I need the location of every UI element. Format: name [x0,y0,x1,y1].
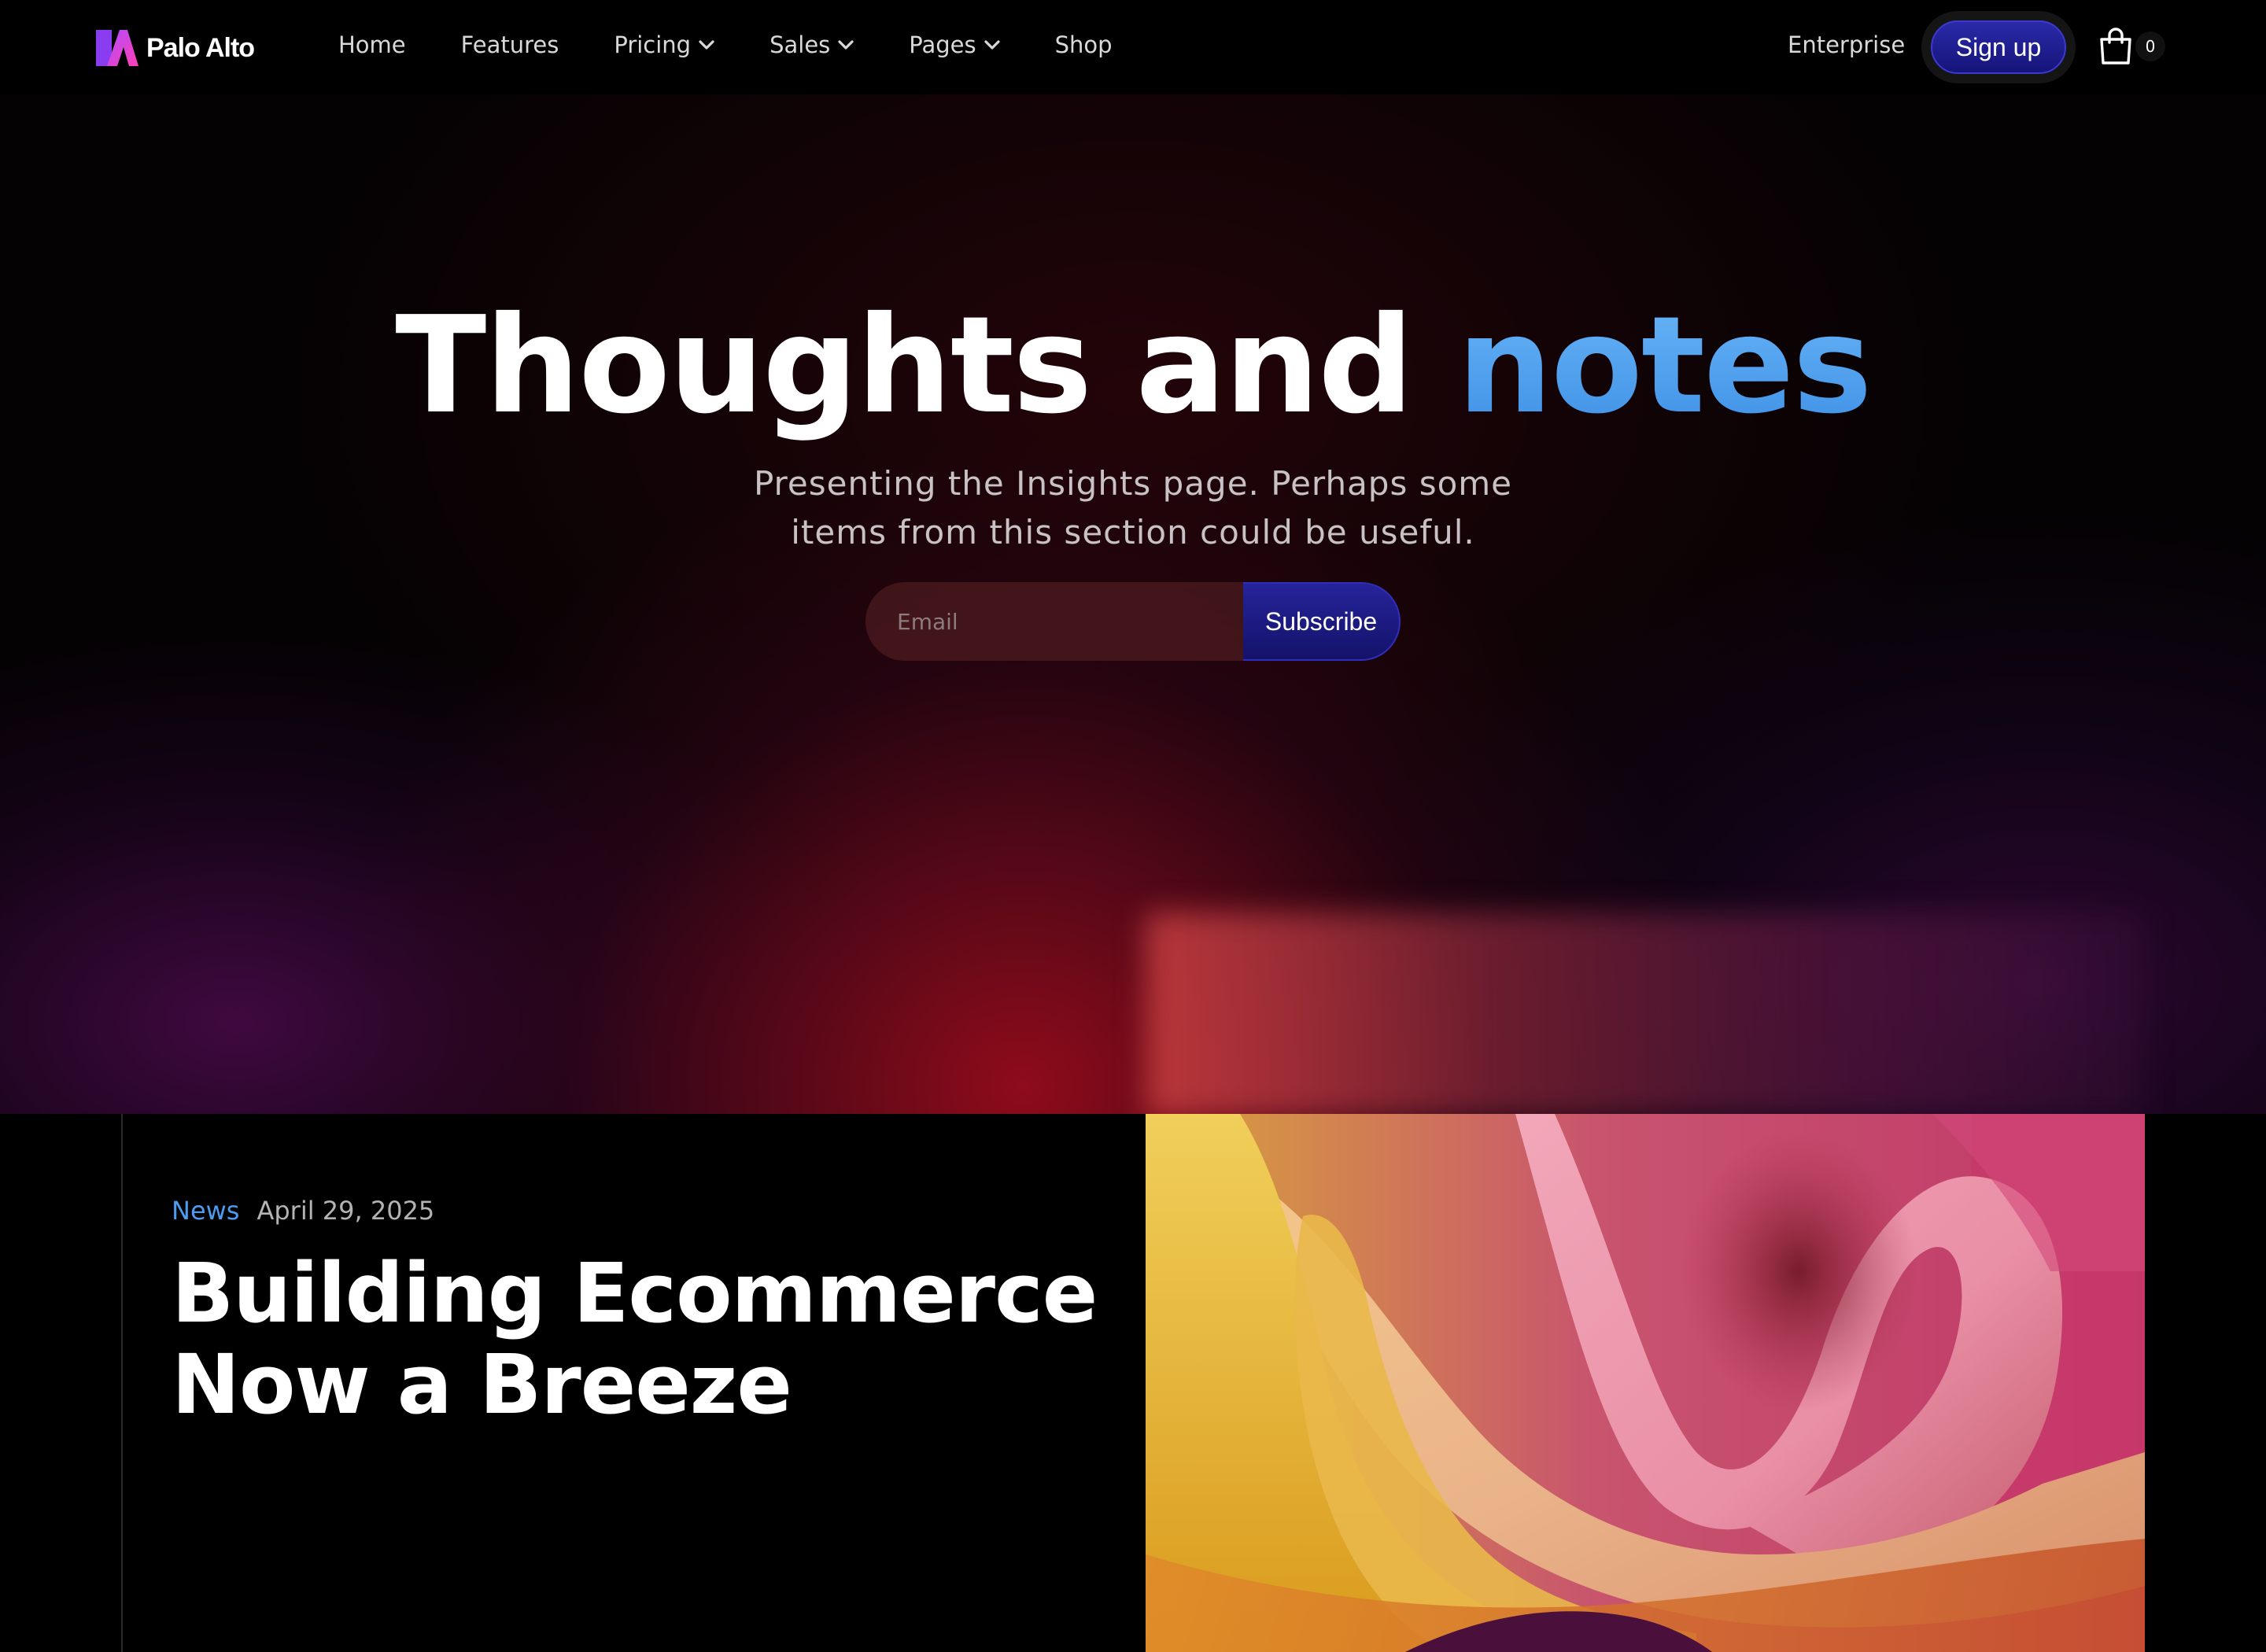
nav-item-label: Features [460,31,559,58]
subscribe-form: Subscribe [865,582,1401,661]
brand-logo-link[interactable]: Palo Alto [96,30,255,66]
nav-item-label: Pages [909,31,976,58]
nav-item-features[interactable]: Features [461,31,559,58]
signup-button[interactable]: Sign up [1931,20,2066,74]
chevron-down-icon [984,40,1000,50]
hero-subtitle-line: Presenting the Insights page. Perhaps so… [753,464,1513,503]
nav-item-label: Sales [769,31,831,58]
cart-count-badge: 0 [2135,31,2165,61]
article-date: April 29, 2025 [256,1196,435,1226]
section-divider [121,1114,123,1652]
enterprise-link[interactable]: Enterprise [1788,31,1905,58]
article-title-line: Now a Breeze [172,1337,792,1433]
signup-button-wrapper: Sign up [1921,11,2076,83]
chevron-down-icon [838,40,854,50]
nav-item-pricing[interactable]: Pricing [614,31,714,58]
shopping-bag-icon[interactable] [2098,27,2134,66]
chevron-down-icon [699,40,714,50]
nav-item-label: Pricing [614,31,692,58]
palo-alto-logo-icon [96,30,138,66]
main-nav: Home Features Pricing Sales Pages Shop [338,31,1168,58]
nav-item-pages[interactable]: Pages [909,31,1000,58]
nav-item-home[interactable]: Home [338,31,406,58]
article-meta: News April 29, 2025 [172,1196,434,1226]
hero-glow-panel [1146,913,2145,1117]
article-cover-image[interactable] [1146,1114,2145,1652]
hero-subtitle: Presenting the Insights page. Perhaps so… [661,459,1605,557]
subscribe-button[interactable]: Subscribe [1243,582,1401,661]
nav-item-sales[interactable]: Sales [769,31,854,58]
nav-item-label: Shop [1054,31,1113,58]
nav-item-label: Home [338,31,406,58]
article-category-link[interactable]: News [172,1196,239,1226]
nav-item-shop[interactable]: Shop [1055,31,1113,58]
brand-name: Palo Alto [146,32,255,63]
hero-title-main: Thoughts and [395,288,1414,444]
hero-title-accent: notes [1457,288,1873,444]
hero-subtitle-line: items from this section could be useful. [791,513,1475,551]
article-title-line: Building Ecommerce [172,1245,1098,1341]
article-title[interactable]: Building Ecommerce Now a Breeze [172,1248,1116,1430]
email-input[interactable] [865,582,1243,661]
hero-title: Thoughts and notes [0,299,2266,433]
top-navbar: Palo Alto Home Features Pricing Sales Pa… [0,0,2266,94]
featured-article: News April 29, 2025 Building Ecommerce N… [0,1114,2266,1652]
abstract-ribbon-artwork [1146,1114,2145,1652]
